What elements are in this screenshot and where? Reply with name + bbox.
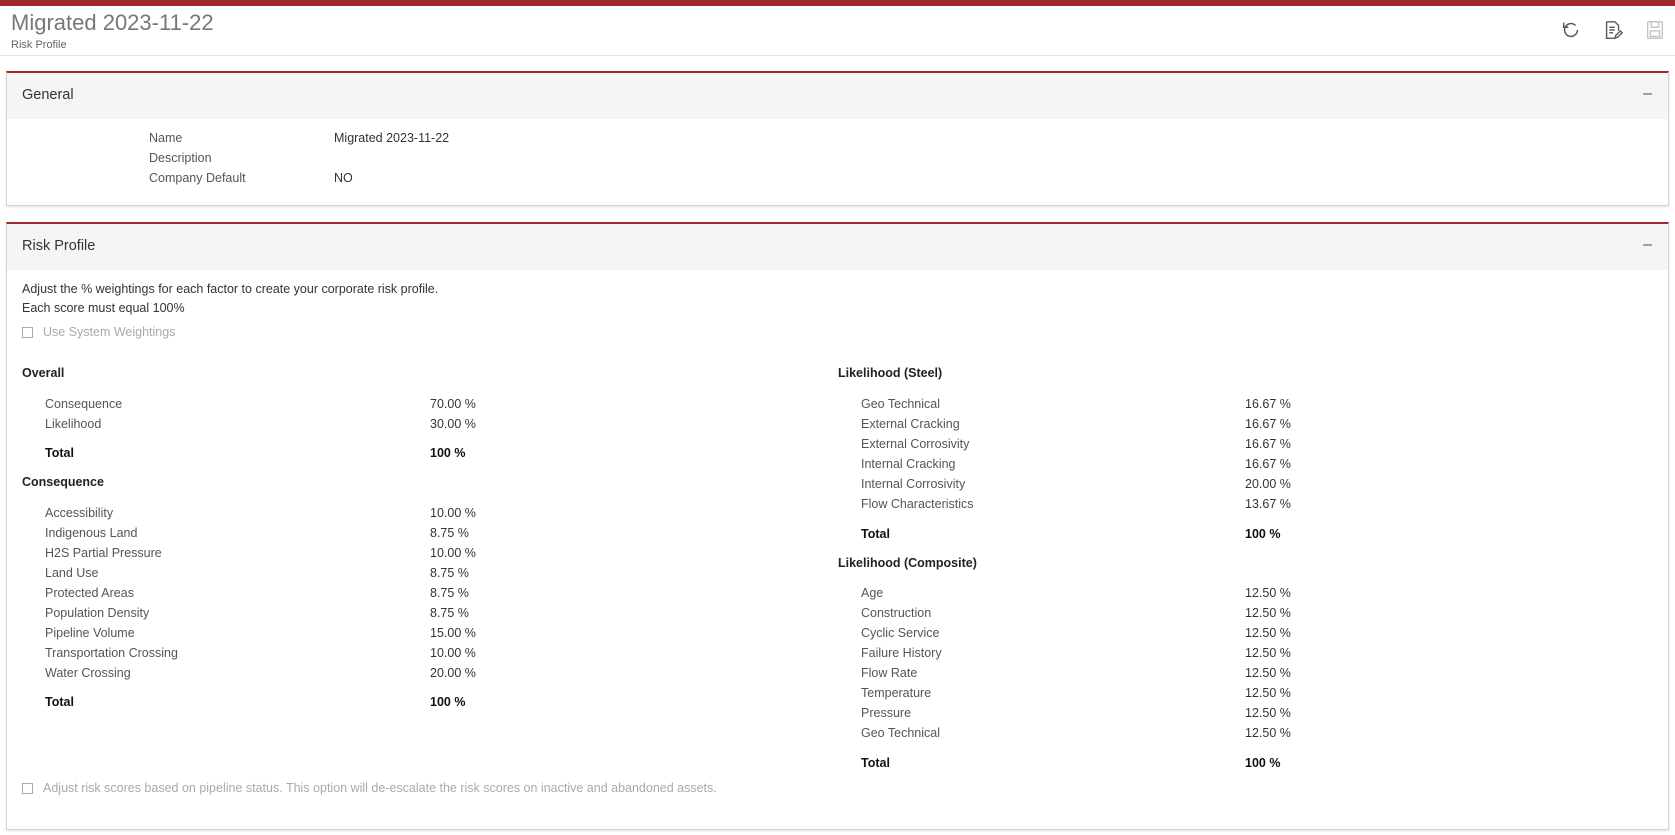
weight-label: Cyclic Service xyxy=(861,626,940,640)
weight-label: External Corrosivity xyxy=(861,437,970,451)
weight-label: Internal Cracking xyxy=(861,457,956,471)
intro-text: Adjust the % weightings for each factor … xyxy=(22,282,439,296)
use-system-weightings-checkbox[interactable]: Use System Weightings xyxy=(22,325,175,339)
weight-value[interactable]: 16.67 % xyxy=(1245,397,1291,411)
weight-value[interactable]: 8.75 % xyxy=(430,586,469,600)
weight-value[interactable]: 12.50 % xyxy=(1245,726,1291,740)
weight-label: H2S Partial Pressure xyxy=(45,546,162,560)
weight-value[interactable]: 12.50 % xyxy=(1245,606,1291,620)
weight-label: Indigenous Land xyxy=(45,526,138,540)
weight-label: Pressure xyxy=(861,706,912,720)
edit-document-icon[interactable] xyxy=(1601,18,1625,42)
weight-value[interactable]: 70.00 % xyxy=(430,397,476,411)
general-panel: General – Name Migrated 2023-11-22 Descr… xyxy=(6,71,1669,206)
weight-label: Water Crossing xyxy=(45,666,131,680)
total-value: 100 % xyxy=(1245,756,1281,770)
intro-text-sum: Each score must equal 100% xyxy=(22,301,185,315)
page-subtitle: Risk Profile xyxy=(11,39,67,51)
field-label-company-default: Company Default xyxy=(149,171,246,185)
weight-label: Flow Characteristics xyxy=(861,497,974,511)
weight-value[interactable]: 30.00 % xyxy=(430,417,476,431)
save-icon[interactable] xyxy=(1643,18,1667,42)
weight-value[interactable]: 10.00 % xyxy=(430,546,476,560)
field-label-name: Name xyxy=(149,131,183,145)
weight-value[interactable]: 10.00 % xyxy=(430,646,476,660)
page-header: Migrated 2023-11-22 Risk Profile xyxy=(0,6,1675,56)
section-title-consequence: Consequence xyxy=(22,475,104,489)
weight-value[interactable]: 12.50 % xyxy=(1245,666,1291,680)
adjust-risk-status-label: Adjust risk scores based on pipeline sta… xyxy=(43,781,717,795)
field-label-description: Description xyxy=(149,151,212,165)
weight-label: Population Density xyxy=(45,606,150,620)
total-label: Total xyxy=(45,446,74,460)
weight-value[interactable]: 8.75 % xyxy=(430,606,469,620)
weight-value[interactable]: 16.67 % xyxy=(1245,457,1291,471)
total-label: Total xyxy=(861,527,890,541)
collapse-icon[interactable]: – xyxy=(1643,85,1652,103)
weight-label: Likelihood xyxy=(45,417,102,431)
weight-value[interactable]: 12.50 % xyxy=(1245,686,1291,700)
risk-panel-header[interactable]: Risk Profile – xyxy=(7,224,1668,270)
total-value: 100 % xyxy=(430,695,466,709)
weight-label: Pipeline Volume xyxy=(45,626,135,640)
checkbox-icon[interactable] xyxy=(22,782,33,794)
field-value-company-default: NO xyxy=(334,171,353,185)
weight-value[interactable]: 12.50 % xyxy=(1245,626,1291,640)
use-system-weightings-label: Use System Weightings xyxy=(43,325,176,339)
weight-value[interactable]: 10.00 % xyxy=(430,506,476,520)
general-panel-title: General xyxy=(22,87,74,103)
risk-profile-panel: Risk Profile – Adjust the % weightings f… xyxy=(6,222,1669,830)
weight-label: Temperature xyxy=(861,686,932,700)
weight-label: Accessibility xyxy=(45,506,114,520)
header-actions xyxy=(1559,18,1667,42)
risk-panel-title: Risk Profile xyxy=(22,238,96,254)
weight-label: Failure History xyxy=(861,646,942,660)
weight-value[interactable]: 8.75 % xyxy=(430,526,469,540)
weight-value[interactable]: 8.75 % xyxy=(430,566,469,580)
weight-label: Geo Technical xyxy=(861,397,940,411)
weight-label: Age xyxy=(861,586,884,600)
total-label: Total xyxy=(45,695,74,709)
weight-label: Land Use xyxy=(45,566,99,580)
general-panel-header[interactable]: General – xyxy=(7,73,1668,119)
refresh-icon[interactable] xyxy=(1559,18,1583,42)
total-value: 100 % xyxy=(1245,527,1281,541)
weight-value[interactable]: 15.00 % xyxy=(430,626,476,640)
field-value-name: Migrated 2023-11-22 xyxy=(334,131,450,145)
weight-value[interactable]: 12.50 % xyxy=(1245,586,1291,600)
section-title-overall: Overall xyxy=(22,366,65,380)
page-title: Migrated 2023-11-22 xyxy=(11,10,214,35)
weight-label: Flow Rate xyxy=(861,666,918,680)
total-value: 100 % xyxy=(430,446,466,460)
weight-label: Consequence xyxy=(45,397,123,411)
weight-value[interactable]: 20.00 % xyxy=(430,666,476,680)
weight-label: Protected Areas xyxy=(45,586,134,600)
weight-value[interactable]: 12.50 % xyxy=(1245,646,1291,660)
total-label: Total xyxy=(861,756,890,770)
checkbox-icon[interactable] xyxy=(22,326,33,338)
collapse-icon[interactable]: – xyxy=(1643,236,1652,254)
section-title-likelihood-steel: Likelihood (Steel) xyxy=(838,366,943,380)
weight-value[interactable]: 16.67 % xyxy=(1245,437,1291,451)
weight-value[interactable]: 20.00 % xyxy=(1245,477,1291,491)
weight-value[interactable]: 13.67 % xyxy=(1245,497,1291,511)
weight-value[interactable]: 12.50 % xyxy=(1245,706,1291,720)
weight-value[interactable]: 16.67 % xyxy=(1245,417,1291,431)
adjust-risk-status-checkbox[interactable]: Adjust risk scores based on pipeline sta… xyxy=(22,781,717,795)
weight-label: Internal Corrosivity xyxy=(861,477,966,491)
weight-label: Construction xyxy=(861,606,932,620)
weight-label: Geo Technical xyxy=(861,726,940,740)
weight-label: External Cracking xyxy=(861,417,960,431)
weight-label: Transportation Crossing xyxy=(45,646,178,660)
section-title-likelihood-composite: Likelihood (Composite) xyxy=(838,556,977,570)
